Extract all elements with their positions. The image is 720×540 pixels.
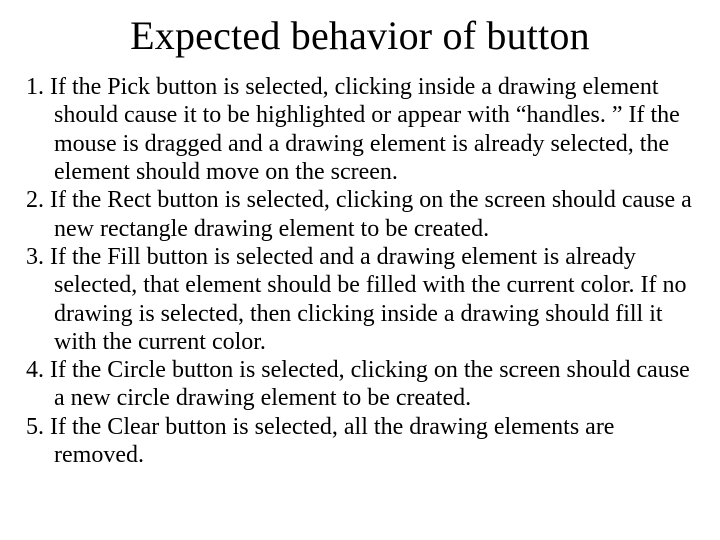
page-title: Expected behavior of button (14, 12, 706, 59)
list-item: If the Rect button is selected, clicking… (14, 186, 706, 243)
list-item: If the Clear button is selected, all the… (14, 413, 706, 470)
list-item: If the Pick button is selected, clicking… (14, 73, 706, 186)
list-item: If the Circle button is selected, clicki… (14, 356, 706, 413)
behavior-list: If the Pick button is selected, clicking… (14, 73, 706, 469)
slide: Expected behavior of button If the Pick … (0, 0, 720, 540)
list-item: If the Fill button is selected and a dra… (14, 243, 706, 356)
